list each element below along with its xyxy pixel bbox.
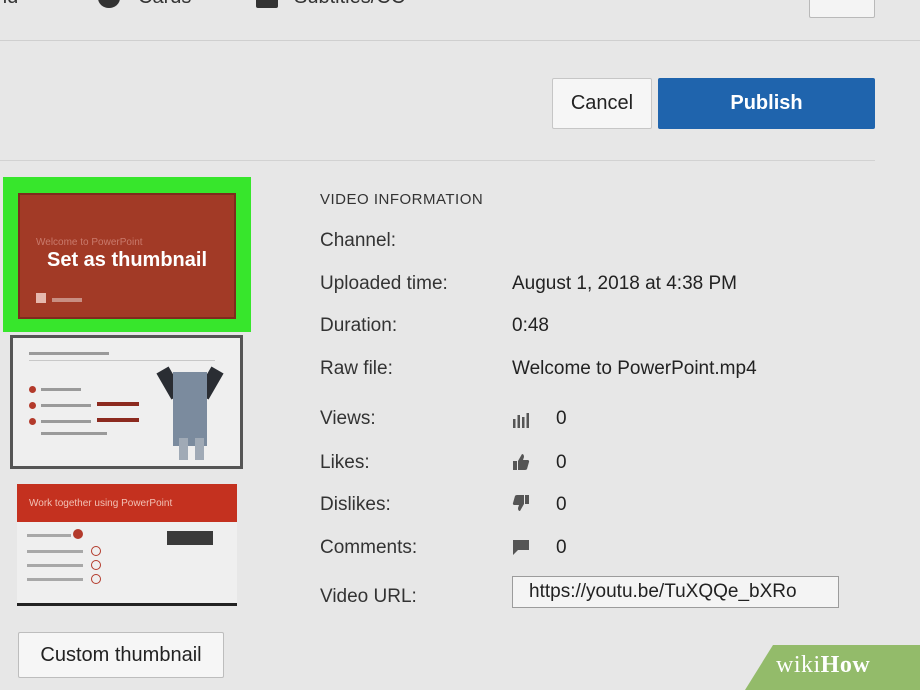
uploaded-label: Uploaded time: [320,273,448,294]
views-label: Views: [320,408,376,429]
rawfile-label: Raw file: [320,358,393,379]
slide-line [41,404,91,407]
thumbnail-option-3[interactable]: Work together using PowerPoint [17,484,237,606]
publish-button[interactable]: Publish [658,78,875,129]
subtitles-icon [256,0,278,8]
slide-highlight [97,402,139,406]
views-value: 0 [556,408,567,429]
slide-line [27,534,71,537]
slide-line [27,564,83,567]
robot-leg [179,438,188,460]
slide-highlight [97,418,139,422]
slide-line [27,550,83,553]
slide-line [41,420,91,423]
tab-subtitles[interactable]: Subtitles/CC [294,0,405,9]
divider [0,160,875,161]
top-tab-bar: nd Cards Subtitles/CC [0,0,920,40]
slide-line [41,388,81,391]
duration-label: Duration: [320,315,398,336]
thumbnail-option-1[interactable]: Welcome to PowerPoint Set as thumbnail [18,193,236,319]
channel-label: Channel: [320,230,397,251]
slide-bullet [29,402,36,409]
likes-label: Likes: [320,452,370,473]
comments-value: 0 [556,537,567,558]
slide-line [29,352,109,355]
slide-line [29,360,215,361]
tab-cards[interactable]: Cards [138,0,191,9]
slide-banner: Work together using PowerPoint [17,484,237,522]
thumbnail-option-2[interactable] [10,335,243,469]
duration-value: 0:48 [512,315,549,336]
uploaded-value: August 1, 2018 at 4:38 PM [512,273,737,294]
slide-bullet [91,560,101,570]
thumbs-down-icon [512,495,529,511]
slide-bullet [29,386,36,393]
cards-icon [98,0,120,8]
slide-logo [36,293,46,303]
rawfile-value: Welcome to PowerPoint.mp4 [512,358,757,379]
slide-bullet [29,418,36,425]
likes-value: 0 [556,452,567,473]
cancel-button[interactable]: Cancel [552,78,652,129]
slide-title-text: Welcome to PowerPoint [36,237,143,248]
comment-icon [513,540,529,555]
dislikes-label: Dislikes: [320,494,391,515]
thumbs-up-icon [513,454,530,470]
set-as-thumbnail-label: Set as thumbnail [46,249,208,271]
more-button[interactable] [809,0,875,18]
video-url-field[interactable] [512,576,839,608]
divider [0,40,920,41]
tab-cropped[interactable]: nd [0,0,18,9]
url-label: Video URL: [320,586,417,607]
watermark-logo: wikiHow [776,652,871,678]
slide-line [41,432,107,435]
slide-banner-text: Work together using PowerPoint [29,498,173,509]
robot-figure [173,372,207,446]
slide-bullet [91,574,101,584]
slide-bullet [73,529,83,539]
slide-footer [52,298,82,302]
custom-thumbnail-button[interactable]: Custom thumbnail [18,632,224,678]
dislikes-value: 0 [556,494,567,515]
slide-line [27,578,83,581]
section-title: VIDEO INFORMATION [320,191,484,208]
slide-image [167,531,213,545]
robot-leg [195,438,204,460]
slide-bullet [91,546,101,556]
comments-label: Comments: [320,537,418,558]
bar-chart-icon [513,413,529,428]
